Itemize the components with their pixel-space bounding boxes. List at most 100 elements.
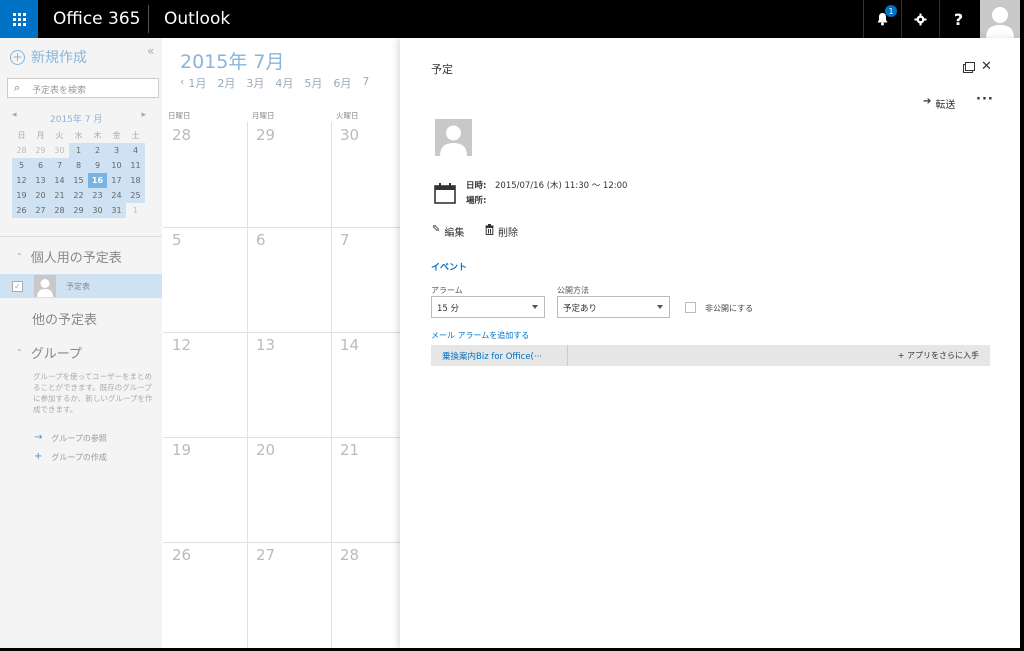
help-button[interactable]: ? [939,0,977,38]
calendar-icon [434,183,456,204]
calendar-day-cell[interactable]: 12 [172,336,191,354]
month-tab[interactable]: 1月 [188,75,206,91]
add-mail-alarm-link[interactable]: メール アラームを追加する [431,330,529,341]
previous-year-button[interactable]: ‹ [180,75,184,91]
mini-calendar-day[interactable]: 3 [107,143,126,158]
calendar-list-item[interactable]: ✓ 予定表 [0,274,162,298]
create-group-link[interactable]: + グループの作成 [34,452,107,463]
mini-calendar-day[interactable]: 28 [12,143,31,158]
mini-calendar-day[interactable]: 22 [69,188,88,203]
private-label: 非公開にする [705,304,754,313]
mini-calendar-day[interactable]: 7 [50,158,69,173]
mini-calendar-day[interactable]: 21 [50,188,69,203]
month-tab[interactable]: 2月 [217,75,235,91]
get-more-apps-label: アプリをさらに入手 [907,351,979,360]
calendar-search-input[interactable]: ⌕ 予定表を検索 [7,78,159,98]
app-name-label[interactable]: Outlook [164,9,230,29]
popout-icon[interactable] [963,62,975,73]
groups-header[interactable]: ⌃ グループ [16,343,82,362]
mini-calendar-day[interactable]: 5 [12,158,31,173]
mini-calendar-day[interactable]: 14 [50,173,69,188]
groups-description: グループを使ってユーザーをまとめることができます。既存のグループに参加するか、新… [33,372,153,414]
mini-calendar-day[interactable]: 30 [50,143,69,158]
mini-calendar-day[interactable]: 10 [107,158,126,173]
user-avatar[interactable] [980,0,1020,38]
calendar-day-cell[interactable]: 6 [256,231,266,249]
mini-calendar-day[interactable]: 29 [31,143,50,158]
calendar-day-cell[interactable]: 20 [256,441,275,459]
mini-calendar-day[interactable]: 18 [126,173,145,188]
calendar-day-cell[interactable]: 29 [256,126,275,144]
my-calendars-header[interactable]: ⌃ 個人用の予定表 [16,247,122,266]
alarm-dropdown[interactable]: 15 分 [431,296,545,318]
calendar-day-cell[interactable]: 28 [172,126,191,144]
brand-label[interactable]: Office 365 [53,9,140,29]
calendar-day-cell[interactable]: 13 [256,336,275,354]
notifications-button[interactable]: 1 [863,0,901,38]
calendar-day-cell[interactable]: 7 [340,231,350,249]
mini-calendar-day[interactable]: 26 [12,203,31,218]
calendar-checkbox[interactable]: ✓ [12,280,23,292]
mini-calendar-day[interactable]: 4 [126,143,145,158]
private-checkbox[interactable] [685,302,696,313]
delete-button[interactable]: 削除 [485,224,518,239]
mini-calendar-title[interactable]: 2015年 7 月 [50,112,102,125]
other-calendars-link[interactable]: 他の予定表 [32,309,97,328]
calendar-day-cell[interactable]: 30 [340,126,359,144]
forward-button[interactable]: ➔ 転送 [923,96,955,111]
mini-calendar-day[interactable]: 6 [31,158,50,173]
new-event-button[interactable]: + 新規作成 [10,47,87,67]
app-launcher-button[interactable] [0,0,38,38]
mini-calendar-day[interactable]: 12 [12,173,31,188]
mini-calendar-day[interactable]: 13 [31,173,50,188]
mini-calendar-day[interactable]: 2 [88,143,107,158]
mini-calendar-day[interactable]: 15 [69,173,88,188]
get-more-apps-button[interactable]: + アプリをさらに入手 [898,350,979,361]
settings-button[interactable] [901,0,939,38]
mini-calendar-day[interactable]: 1 [69,143,88,158]
app-tab[interactable]: 乗換案内Biz for Office(··· [431,345,568,366]
calendar-day-cell[interactable]: 28 [340,546,359,564]
more-options-button[interactable]: ··· [976,92,994,107]
calendar-day-cell[interactable]: 5 [172,231,182,249]
search-placeholder: 予定表を検索 [32,86,87,96]
mini-calendar-day[interactable]: 23 [88,188,107,203]
mini-calendar-day[interactable]: 1 [126,203,145,218]
mini-calendar-day[interactable]: 27 [31,203,50,218]
calendar-day-cell[interactable]: 19 [172,441,191,459]
collapse-pane-button[interactable]: « [147,44,154,58]
month-tab[interactable]: 6月 [333,75,351,91]
publish-label: 公開方法 [557,286,589,295]
close-button[interactable]: ✕ [981,59,992,74]
mini-calendar-day[interactable]: 8 [69,158,88,173]
previous-month-button[interactable]: ◂ [12,110,17,120]
month-tab[interactable]: 4月 [275,75,293,91]
next-month-button[interactable]: ▸ [141,110,146,120]
calendar-day-cell[interactable]: 27 [256,546,275,564]
edit-button[interactable]: ✎ 編集 [432,224,464,239]
mini-calendar-day[interactable]: 11 [126,158,145,173]
month-tab[interactable]: 5月 [304,75,322,91]
month-grid: 28 29 30 5 6 7 12 13 14 19 20 21 26 27 28 [163,122,400,648]
mini-calendar-day[interactable]: 25 [126,188,145,203]
mini-calendar-day[interactable]: 16 [88,173,107,188]
mini-calendar-day[interactable]: 29 [69,203,88,218]
calendar-day-cell[interactable]: 26 [172,546,191,564]
mini-calendar-day[interactable]: 30 [88,203,107,218]
month-tab[interactable]: 3月 [246,75,264,91]
calendar-day-cell[interactable]: 21 [340,441,359,459]
mini-calendar-day[interactable]: 9 [88,158,107,173]
mini-calendar-day[interactable]: 31 [107,203,126,218]
browse-groups-link[interactable]: → グループの参照 [34,433,107,444]
month-tab[interactable]: 7 [362,75,369,91]
calendar-day-cell[interactable]: 14 [340,336,359,354]
mini-calendar-day[interactable]: 24 [107,188,126,203]
publish-dropdown[interactable]: 予定あり [557,296,670,318]
mini-calendar-day[interactable]: 17 [107,173,126,188]
alarm-label: アラーム [431,286,463,295]
mini-calendar-day[interactable]: 28 [50,203,69,218]
weekday-header: 火曜日 [336,111,359,120]
mini-calendar-day[interactable]: 20 [31,188,50,203]
mini-calendar-day[interactable]: 19 [12,188,31,203]
grid-line [163,437,400,438]
